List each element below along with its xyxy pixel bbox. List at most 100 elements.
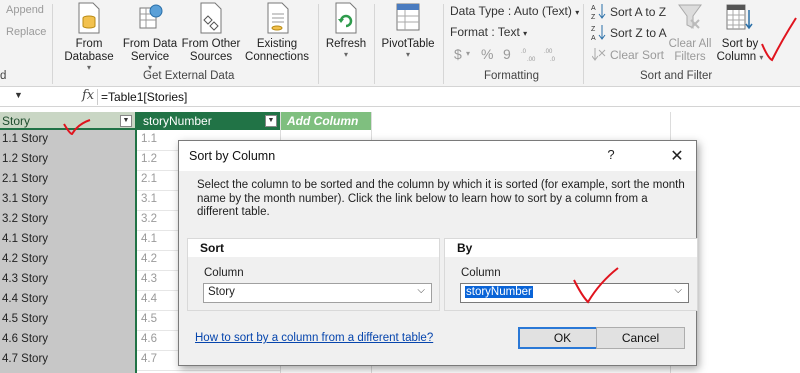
refresh-button[interactable]: Refresh ▾ — [322, 2, 370, 59]
svg-text:A: A — [591, 35, 596, 41]
story-number-cell[interactable]: 3.2 — [141, 213, 157, 225]
story-number-cell[interactable]: 4.2 — [141, 253, 157, 265]
decrease-decimal-icon[interactable]: .00 .0 — [544, 46, 562, 62]
sort-help-link[interactable]: How to sort by a column from a different… — [195, 332, 433, 344]
svg-text:.00: .00 — [527, 57, 536, 62]
story-cell[interactable]: 3.1 Story — [2, 193, 48, 205]
story-number-cell[interactable]: 4.1 — [141, 233, 157, 245]
increase-decimal-icon[interactable]: .0 .00 — [521, 46, 539, 62]
group-label-formatting: Formatting — [484, 70, 539, 82]
from-other-sources-label-1: From Other — [181, 38, 241, 50]
data-type-dropdown[interactable]: Data Type : Auto (Text) ▾ — [450, 4, 579, 18]
dialog-description: Select the column to be sorted and the c… — [197, 179, 685, 218]
sort-by-column-dialog: Sort by Column ? ✕ Select the column to … — [178, 140, 698, 366]
from-data-service-button[interactable]: From Data Service ▾ — [121, 2, 179, 72]
clear-all-filters-label-2: Filters — [674, 51, 706, 63]
from-database-label-1: From — [75, 38, 103, 50]
ok-button[interactable]: OK — [518, 327, 607, 349]
sort-panel-header: Sort — [188, 239, 439, 257]
name-box-dropdown-icon[interactable]: ▼ — [14, 90, 23, 100]
refresh-icon — [335, 2, 357, 34]
caret-icon: ▾ — [86, 63, 91, 72]
replace-button[interactable]: Replace — [6, 26, 46, 38]
filter-icon — [678, 4, 702, 29]
comma-button[interactable]: 9 — [503, 46, 511, 62]
by-column-value: storyNumber — [465, 286, 533, 298]
by-heading: By — [457, 241, 473, 255]
story-number-cell[interactable]: 4.4 — [141, 293, 157, 305]
story-cell[interactable]: 4.1 Story — [2, 233, 48, 245]
story-number-cell[interactable]: 3.1 — [141, 193, 157, 205]
story-cell[interactable]: 1.2 Story — [2, 153, 48, 165]
svg-text:.0: .0 — [550, 57, 556, 62]
story-number-cell[interactable]: 4.3 — [141, 273, 157, 285]
row-divider — [137, 370, 280, 371]
data-service-icon — [139, 4, 163, 29]
sort-z-to-a-icon: Z A — [591, 25, 606, 41]
currency-button[interactable]: $ — [454, 46, 462, 62]
group-label-get-external-data: Get External Data — [143, 70, 235, 82]
svg-text:.0: .0 — [521, 49, 527, 55]
clear-all-filters-button[interactable]: Clear All Filters — [666, 2, 714, 64]
sort-column-label: Column — [204, 267, 244, 279]
percent-button[interactable]: % — [481, 46, 493, 62]
by-column-label: Column — [461, 267, 501, 279]
clear-sort-button[interactable]: Clear Sort — [610, 48, 664, 62]
cancel-button[interactable]: Cancel — [596, 327, 685, 349]
clear-all-filters-label-1: Clear All — [668, 38, 712, 50]
from-data-service-label-2: Service — [130, 51, 170, 63]
sort-column-value: Story — [208, 286, 235, 298]
svg-text:Z: Z — [591, 14, 596, 20]
existing-connections-icon — [267, 2, 289, 34]
chevron-down-icon: ▾ — [466, 49, 471, 58]
story-cell[interactable]: 4.4 Story — [2, 293, 48, 305]
by-panel-header: By — [445, 239, 697, 257]
ribbon-separator — [443, 4, 444, 84]
pivottable-button[interactable]: PivotTable ▾ — [378, 2, 438, 59]
add-column-header[interactable]: Add Column — [281, 112, 371, 130]
story-number-cell[interactable]: 1.2 — [141, 153, 157, 165]
pivottable-icon — [396, 3, 420, 31]
by-column-select[interactable]: storyNumber ⌵ — [460, 283, 689, 303]
column-header-story[interactable]: Story ▼ — [0, 112, 136, 130]
story-number-cell[interactable]: 1.1 — [141, 133, 157, 145]
other-sources-icon — [200, 2, 222, 34]
by-panel: By Column storyNumber ⌵ — [444, 238, 698, 311]
story-cell[interactable]: 2.1 Story — [2, 173, 48, 185]
sort-a-to-z-icon: A Z — [591, 4, 606, 20]
story-cell[interactable]: 4.5 Story — [2, 313, 48, 325]
help-button[interactable]: ? — [603, 147, 619, 165]
sort-by-column-button[interactable]: Sort by Column ▾ — [716, 2, 764, 64]
sort-a-to-z-button[interactable]: Sort A to Z — [610, 5, 666, 19]
story-cell[interactable]: 4.3 Story — [2, 273, 48, 285]
existing-connections-label-1: Existing — [256, 38, 298, 50]
filter-dropdown-icon[interactable]: ▼ — [265, 115, 277, 127]
sort-column-select[interactable]: Story ⌵ — [203, 283, 432, 303]
story-number-cell[interactable]: 4.7 — [141, 353, 157, 365]
story-number-cell[interactable]: 4.6 — [141, 333, 157, 345]
sort-heading: Sort — [200, 241, 224, 255]
sort-z-to-a-button[interactable]: Sort Z to A — [610, 26, 667, 40]
from-database-label-2: Database — [64, 51, 114, 63]
story-cell[interactable]: 4.2 Story — [2, 253, 48, 265]
group-label-fragment: d — [0, 70, 7, 82]
sort-by-column-label-2: Column — [716, 51, 757, 63]
column-header-story-number[interactable]: storyNumber ▼ — [137, 112, 280, 130]
ribbon-separator — [583, 4, 584, 84]
existing-connections-button[interactable]: Existing Connections — [244, 2, 310, 64]
story-cell[interactable]: 1.1 Story — [2, 133, 48, 145]
selected-column-border — [135, 112, 137, 373]
from-other-sources-button[interactable]: From Other Sources — [180, 2, 242, 64]
append-button[interactable]: Append — [6, 4, 44, 16]
close-icon[interactable]: ✕ — [669, 146, 685, 165]
story-number-cell[interactable]: 4.5 — [141, 313, 157, 325]
story-cell[interactable]: 3.2 Story — [2, 213, 48, 225]
filter-dropdown-icon[interactable]: ▼ — [120, 115, 132, 127]
fx-icon[interactable]: fx — [82, 88, 94, 103]
story-number-cell[interactable]: 2.1 — [141, 173, 157, 185]
story-cell[interactable]: 4.6 Story — [2, 333, 48, 345]
format-dropdown[interactable]: Format : Text ▾ — [450, 25, 527, 39]
formula-input[interactable]: =Table1[Stories] — [101, 90, 187, 104]
from-database-button[interactable]: From Database ▾ — [60, 2, 118, 72]
story-cell[interactable]: 4.7 Story — [2, 353, 48, 365]
